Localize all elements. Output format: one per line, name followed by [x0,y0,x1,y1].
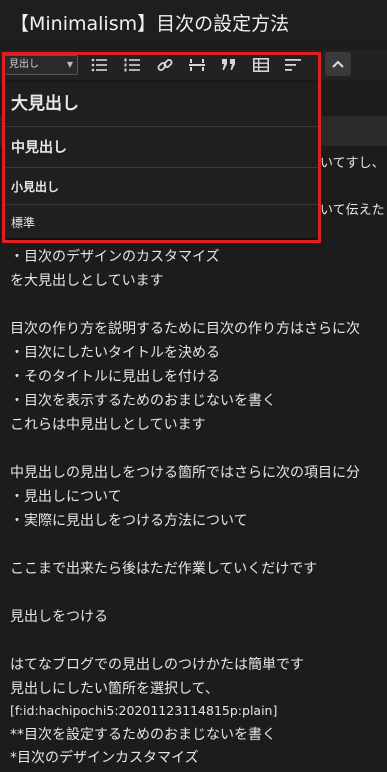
list-numbered-icon[interactable] [121,54,143,76]
body-line-10: 中見出しの見出しをつける箇所ではさらに次の項目に分 [10,465,360,481]
chevron-up-icon [332,57,344,71]
page-title: 【Minimalism】目次の設定方法 [0,0,387,46]
link-icon[interactable] [154,54,176,76]
body-line-21: **目次を設定するためのおまじないを書く [10,727,276,743]
dropdown-item-medium-heading[interactable]: 中見出し [4,128,318,168]
chevron-down-icon: ▼ [66,60,73,69]
body-line-14: ここまで出来たら後はただ作業していくだけです [10,561,318,577]
horizontal-rule-icon[interactable] [186,54,208,76]
partial-text-2: いて伝えた [320,203,385,218]
body-line-8: これらは中見出しとしています [10,417,206,433]
format-select[interactable]: 見出し ▼ [4,55,78,75]
body-line-11: ・見出しについて [10,489,122,505]
body-line-6: ・そのタイトルに見出しを付ける [10,369,220,385]
body-line-4: 目次の作り方を説明するために目次の作り方はさらに次 [10,321,360,337]
body-line-7: ・目次を表示するためのおまじないを書く [10,393,276,409]
body-line-22: *目次のデザインカスタマイズ [10,750,199,766]
body-line-18: はてなブログでの見出しのつけかたは簡単です [10,657,304,673]
body-line-20: [f:id:hachipochi5:20201123114815p:plain] [10,703,278,718]
body-line-16: 見出しをつける [10,609,108,625]
partial-text-1: いてすし、 [320,156,385,171]
table-icon[interactable] [250,54,272,76]
body-line-1: ・目次のデザインのカスタマイズ [10,249,220,265]
collapse-toolbar-button[interactable] [325,52,351,76]
dropdown-item-normal[interactable]: 標準 [4,206,318,238]
more-icon[interactable] [282,54,304,76]
dropdown-item-small-heading[interactable]: 小見出し [4,169,318,205]
list-bullet-icon[interactable] [88,54,110,76]
format-select-value: 見出し [9,59,39,70]
body-line-5: ・目次にしたいタイトルを決める [10,345,220,361]
heading-dropdown: 大見出し 中見出し 小見出し 標準 [4,82,318,238]
quote-icon[interactable] [218,54,240,76]
dropdown-item-large-heading[interactable]: 大見出し [4,82,318,127]
body-line-19: 見出しにしたい箇所を選択して、 [10,681,219,697]
body-line-2: を大見出しとしています [10,273,164,289]
body-line-12: ・実際に見出しをつける方法について [10,513,248,529]
